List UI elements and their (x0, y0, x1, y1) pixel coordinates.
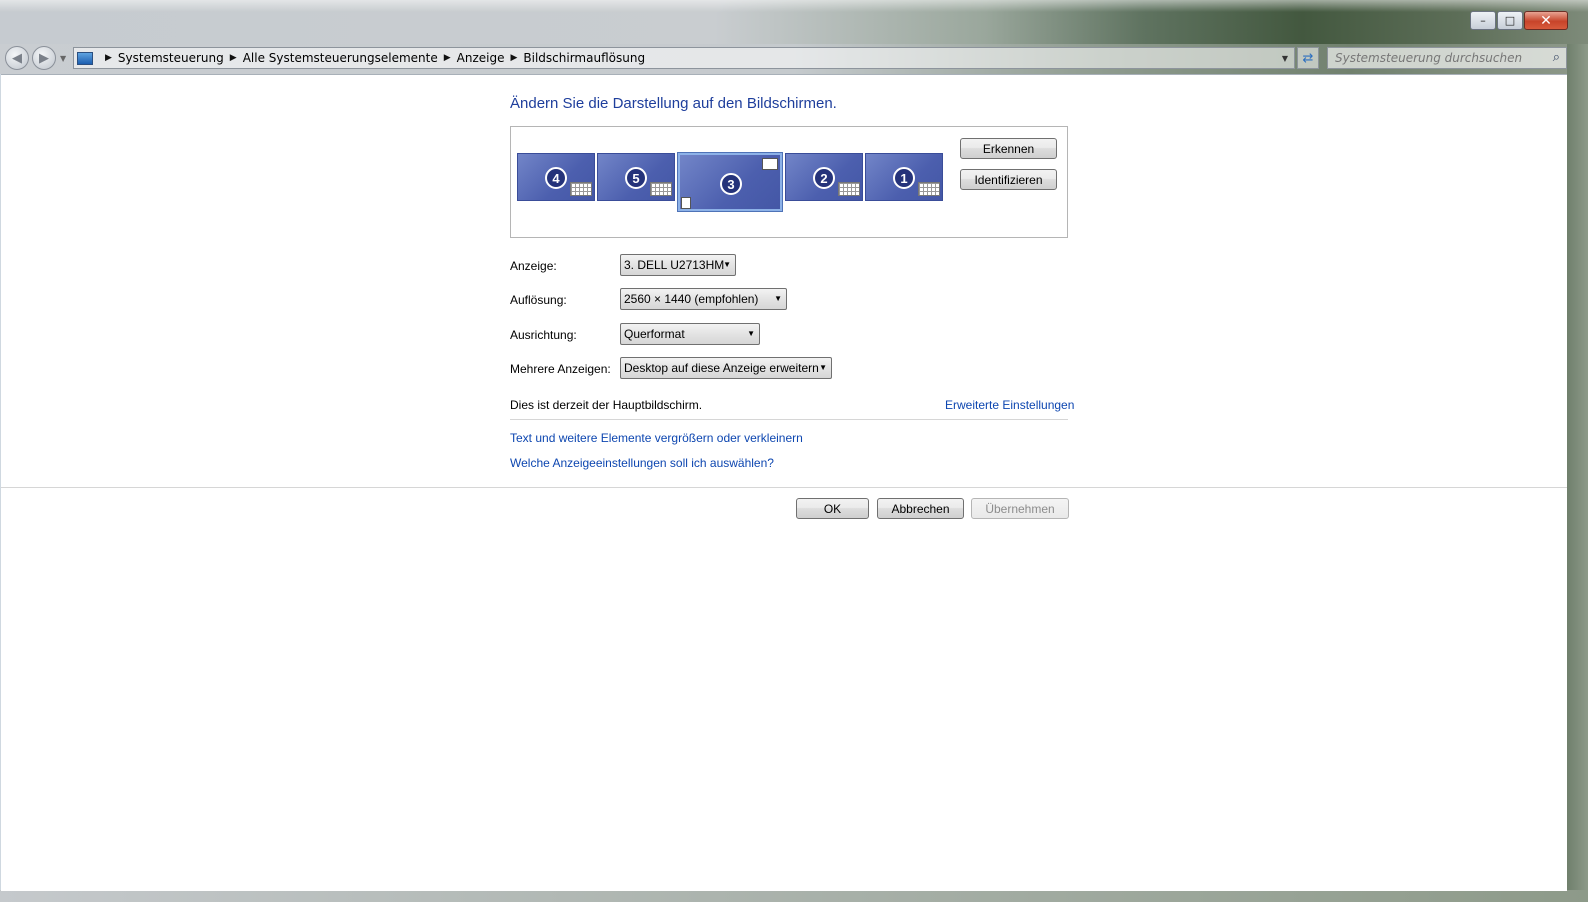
monitor-number: 4 (545, 167, 567, 189)
resolution-label: Auflösung: (510, 293, 567, 307)
refresh-button[interactable]: ⇄ (1297, 47, 1319, 69)
main-display-info: Dies ist derzeit der Hauptbildschirm. (510, 398, 703, 412)
breadcrumb-separator-icon[interactable]: ▶ (510, 53, 517, 63)
monitor-grid-icon (650, 182, 672, 196)
maximize-button[interactable]: □ (1497, 11, 1523, 30)
monitor-1[interactable]: 1 (865, 153, 943, 201)
breadcrumb-separator-icon[interactable]: ▶ (444, 53, 451, 63)
minimize-icon: – (1480, 14, 1486, 27)
monitor-number: 3 (720, 173, 742, 195)
cancel-button[interactable]: Abbrechen (877, 498, 964, 519)
monitor-4[interactable]: 4 (517, 153, 595, 201)
display-label: Anzeige: (510, 259, 557, 273)
footer-divider (1, 487, 1567, 488)
address-bar[interactable]: ▶ Systemsteuerung ▶ Alle Systemsteuerung… (73, 47, 1295, 69)
chevron-down-icon: ▼ (819, 363, 827, 372)
forward-arrow-icon: ▶ (39, 50, 49, 66)
forward-button[interactable]: ▶ (32, 46, 56, 70)
monitor-grid-icon (918, 182, 940, 196)
search-input[interactable]: Systemsteuerung durchsuchen ⌕ (1327, 47, 1567, 69)
back-arrow-icon: ◀ (12, 50, 22, 66)
ok-button[interactable]: OK (796, 498, 869, 519)
display-select[interactable]: 3. DELL U2713HM ▼ (620, 254, 736, 276)
monitor-chip-icon (762, 158, 778, 170)
orientation-select[interactable]: Querformat ▼ (620, 323, 760, 345)
monitor-5[interactable]: 5 (597, 153, 675, 201)
monitor-number: 5 (625, 167, 647, 189)
window-titlebar: – □ ✕ (0, 0, 1588, 44)
address-dropdown-icon[interactable]: ▼ (1282, 54, 1288, 63)
maximize-icon: □ (1504, 14, 1516, 27)
monitor-2[interactable]: 2 (785, 153, 863, 201)
orientation-label: Ausrichtung: (510, 328, 577, 342)
minimize-button[interactable]: – (1470, 11, 1496, 30)
display-value: 3. DELL U2713HM (624, 258, 725, 272)
multiple-displays-select[interactable]: Desktop auf diese Anzeige erweitern ▼ (620, 357, 832, 379)
monitor-grid-icon (570, 182, 592, 196)
close-icon: ✕ (1540, 12, 1552, 29)
multiple-displays-value: Desktop auf diese Anzeige erweitern (624, 361, 819, 375)
divider (510, 419, 1068, 420)
chevron-down-icon: ▼ (747, 329, 755, 338)
apply-button[interactable]: Übernehmen (971, 498, 1069, 519)
chevron-down-icon: ▼ (774, 294, 782, 303)
refresh-icon: ⇄ (1302, 50, 1314, 66)
window-frame-right (1567, 44, 1588, 902)
recent-pages-dropdown-icon[interactable]: ▼ (60, 54, 66, 63)
resolution-value: 2560 × 1440 (empfohlen) (624, 292, 759, 306)
monitor-number: 2 (813, 167, 835, 189)
navigation-bar: ◀ ▶ ▼ ▶ Systemsteuerung ▶ Alle Systemste… (0, 44, 1588, 74)
back-button[interactable]: ◀ (5, 46, 29, 70)
monitor-arrangement: 4 5 3 2 1 Erkennen Identifizieren (510, 126, 1068, 238)
breadcrumb-separator-icon[interactable]: ▶ (105, 53, 112, 63)
close-button[interactable]: ✕ (1524, 11, 1568, 30)
chevron-down-icon: ▼ (723, 260, 731, 269)
page-title: Ändern Sie die Darstellung auf den Bilds… (510, 95, 837, 112)
breadcrumb-separator-icon[interactable]: ▶ (230, 53, 237, 63)
identify-button[interactable]: Identifizieren (960, 169, 1057, 190)
resolution-select[interactable]: 2560 × 1440 (empfohlen) ▼ (620, 288, 787, 310)
window-frame-bottom (0, 890, 1588, 902)
multiple-displays-label: Mehrere Anzeigen: (510, 362, 611, 376)
screen-resolution-page: Ändern Sie die Darstellung auf den Bilds… (1, 74, 1567, 891)
breadcrumb-anzeige[interactable]: Anzeige (457, 51, 505, 65)
window-controls: – □ ✕ (1469, 11, 1568, 30)
monitor-grid-icon (838, 182, 860, 196)
text-size-link[interactable]: Text und weitere Elemente vergrößern ode… (510, 431, 803, 445)
monitor-number: 1 (893, 167, 915, 189)
taskbar-marker-icon (681, 197, 691, 209)
breadcrumb-systemsteuerung[interactable]: Systemsteuerung (118, 51, 224, 65)
which-settings-link[interactable]: Welche Anzeigeeinstellungen soll ich aus… (510, 456, 774, 470)
control-panel-icon (77, 51, 93, 65)
detect-button[interactable]: Erkennen (960, 138, 1057, 159)
breadcrumb-alle-elemente[interactable]: Alle Systemsteuerungselemente (243, 51, 438, 65)
orientation-value: Querformat (624, 327, 685, 341)
breadcrumb-bildschirmaufloesung[interactable]: Bildschirmauflösung (523, 51, 645, 65)
search-placeholder: Systemsteuerung durchsuchen (1335, 51, 1523, 65)
advanced-settings-link[interactable]: Erweiterte Einstellungen (945, 398, 1074, 412)
search-icon[interactable]: ⌕ (1553, 50, 1560, 65)
monitor-3-selected[interactable]: 3 (677, 152, 783, 212)
